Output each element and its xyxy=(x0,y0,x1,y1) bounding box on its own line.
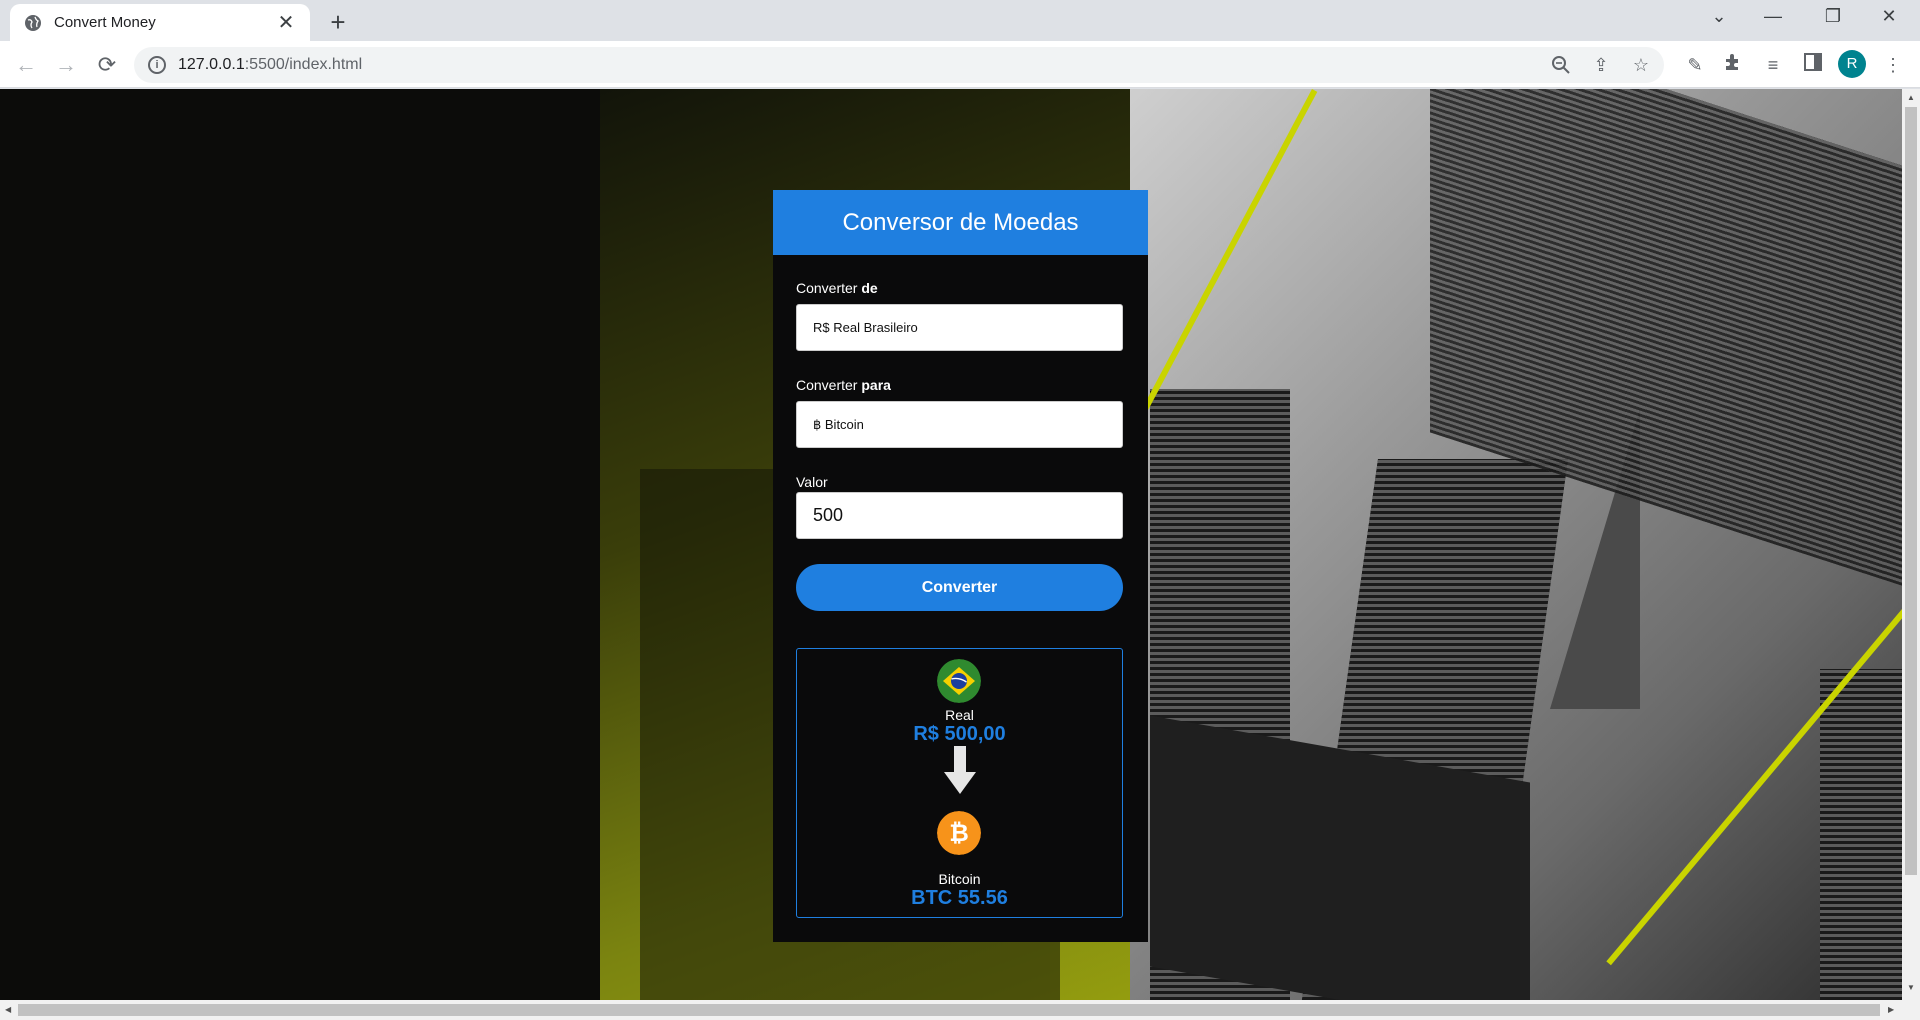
background-dark-panel xyxy=(0,89,620,1000)
close-tab-icon[interactable]: ✕ xyxy=(276,10,296,35)
browser-tab[interactable]: Convert Money ✕ xyxy=(10,4,310,41)
horizontal-scroll-thumb[interactable] xyxy=(18,1004,1880,1016)
scroll-right-arrow-icon[interactable]: ▶ xyxy=(1888,1005,1894,1014)
zoom-icon[interactable] xyxy=(1550,55,1572,77)
card-title: Conversor de Moedas xyxy=(773,190,1148,255)
menu-kebab-icon[interactable]: ⋮ xyxy=(1880,52,1906,78)
horizontal-scrollbar[interactable]: ◀ ▶ xyxy=(0,1000,1920,1020)
to-currency-value: BTC 55.56 xyxy=(911,887,1008,909)
eyedropper-extension-icon[interactable]: ✎ xyxy=(1682,52,1708,78)
scroll-up-arrow-icon[interactable]: ▲ xyxy=(1907,93,1915,102)
to-label: Converter para xyxy=(796,377,891,393)
restore-button[interactable]: ❐ xyxy=(1810,6,1856,27)
new-tab-button[interactable]: + xyxy=(324,7,352,38)
arrow-down-icon xyxy=(944,746,976,794)
close-window-button[interactable]: ✕ xyxy=(1866,6,1912,27)
vertical-scroll-thumb[interactable] xyxy=(1905,107,1917,875)
tab-title: Convert Money xyxy=(54,14,156,31)
svg-text:₿: ₿ xyxy=(949,819,969,847)
vertical-scrollbar[interactable]: ▲ ▼ xyxy=(1902,89,1920,1000)
from-label: Converter de xyxy=(796,280,878,296)
reload-button[interactable]: ⟳ xyxy=(93,51,121,79)
extensions-puzzle-icon[interactable] xyxy=(1720,52,1746,78)
tab-strip: Convert Money ✕ + ⌄ — ❐ ✕ xyxy=(0,0,1920,41)
bitcoin-icon: ₿ xyxy=(937,811,981,855)
to-currency-name: Bitcoin xyxy=(938,871,981,887)
amount-label: Valor xyxy=(796,474,828,490)
side-panel-icon[interactable] xyxy=(1800,52,1826,78)
convert-button[interactable]: Converter xyxy=(796,564,1123,611)
amount-input[interactable]: 500 xyxy=(796,492,1123,539)
result-panel: Real R$ 500,00 ₿ Bitcoin BTC 55.56 xyxy=(796,648,1123,918)
forward-button[interactable]: → xyxy=(52,51,80,79)
address-bar[interactable]: i 127.0.0.1:5500/index.html ⇪ ☆ xyxy=(134,47,1664,83)
scroll-down-arrow-icon[interactable]: ▼ xyxy=(1907,983,1915,992)
minimize-button[interactable]: — xyxy=(1750,6,1796,27)
to-currency-select[interactable]: ฿ Bitcoin xyxy=(796,401,1123,448)
scroll-left-arrow-icon[interactable]: ◀ xyxy=(5,1005,11,1014)
globe-icon xyxy=(25,14,41,31)
share-icon[interactable]: ⇪ xyxy=(1590,55,1612,77)
back-button[interactable]: ← xyxy=(12,51,40,79)
from-currency-select[interactable]: R$ Real Brasileiro xyxy=(796,304,1123,351)
building-shape xyxy=(1820,669,1902,1000)
converter-card: Conversor de Moedas Converter de R$ Real… xyxy=(773,190,1148,942)
browser-toolbar: ← → ⟳ i 127.0.0.1:5500/index.html ⇪ ☆ ✎ … xyxy=(0,41,1920,88)
url-text: 127.0.0.1:5500/index.html xyxy=(178,56,363,73)
brazil-flag-icon xyxy=(937,659,981,703)
from-currency-name: Real xyxy=(945,707,974,723)
profile-avatar[interactable]: R xyxy=(1838,50,1866,78)
site-info-icon[interactable]: i xyxy=(148,56,166,74)
tab-search-chevron-icon[interactable]: ⌄ xyxy=(1696,6,1742,27)
media-queue-icon[interactable]: ≡ xyxy=(1760,52,1786,78)
bookmark-star-icon[interactable]: ☆ xyxy=(1630,55,1652,77)
page-viewport: Conversor de Moedas Converter de R$ Real… xyxy=(0,89,1902,1000)
from-currency-value: R$ 500,00 xyxy=(913,723,1006,745)
